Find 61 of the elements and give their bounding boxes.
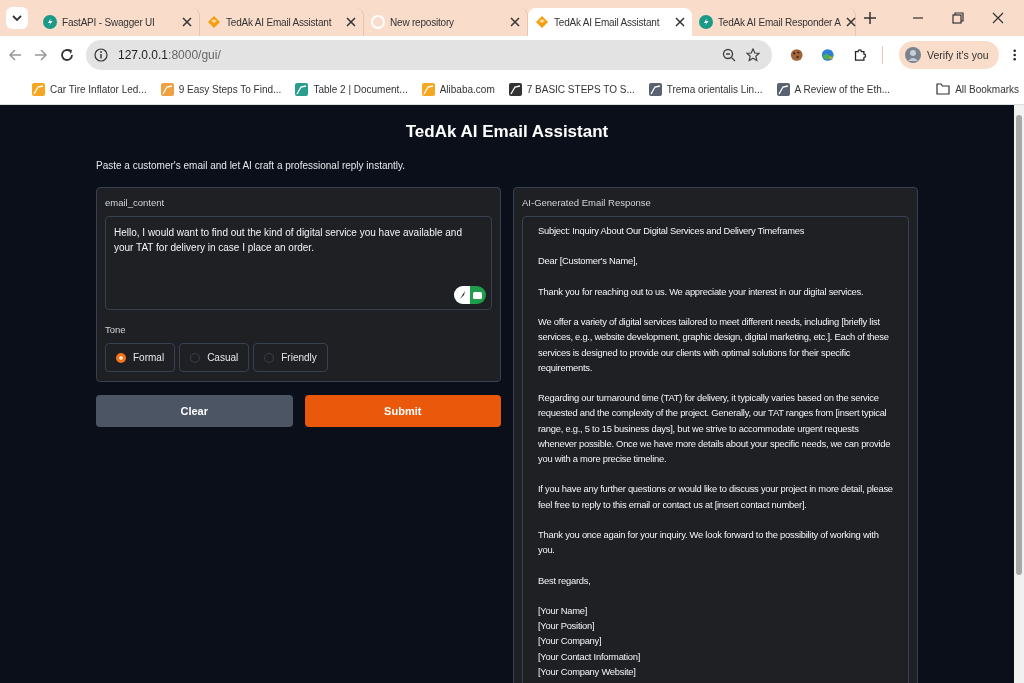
response-text: Best regards, bbox=[538, 573, 592, 588]
page-scrollbar[interactable] bbox=[1014, 105, 1024, 683]
response-text: We offer a variety of digital services tailored to meet different needs, including [briefly list services, e.g., website development, graphic design, digital marketing, etc.]. Each of these services is designed to provide our clients with optimal solutions for their specific requirements. bbox=[538, 315, 890, 375]
close-icon[interactable] bbox=[675, 17, 685, 27]
response-text: [Your Contact Information] bbox=[538, 649, 642, 664]
zoom-icon[interactable] bbox=[722, 48, 736, 62]
response-text: [Your Position] bbox=[538, 619, 596, 634]
submit-button[interactable]: Submit bbox=[304, 395, 501, 427]
back-arrow-icon[interactable] bbox=[8, 48, 22, 62]
email-input-field[interactable]: Hello, I would want to find out the kind of digital service you have available and your TAT for delivery in case I place an order. bbox=[105, 216, 492, 310]
close-icon[interactable] bbox=[510, 17, 520, 27]
bookmark-link[interactable]: Car Tire Inflator Led... bbox=[32, 82, 147, 96]
globe-icon[interactable] bbox=[821, 47, 835, 63]
tone-radio-option[interactable]: Casual bbox=[179, 343, 250, 372]
address-bar[interactable]: 127.0.0.1:8000/gui/ bbox=[86, 40, 772, 70]
avatar-icon bbox=[905, 47, 922, 63]
tone-radio-option[interactable]: Formal bbox=[105, 343, 176, 372]
response-text: Subject: Inquiry About Our Digital Services and Delivery Timeframes bbox=[538, 224, 806, 238]
response-text: Thank you for reaching out to us. We appreciate your interest in our digital services. bbox=[538, 284, 865, 299]
bookmark-link[interactable]: Alibaba.com bbox=[421, 82, 495, 96]
star-icon[interactable] bbox=[746, 48, 760, 62]
bookmark-link[interactable]: 7 BASIC STEPS TO S... bbox=[508, 82, 635, 96]
bookmark-link[interactable]: A Review of the Eth... bbox=[776, 82, 891, 96]
response-text: [Your Company] bbox=[538, 634, 603, 649]
close-icon[interactable] bbox=[992, 12, 1004, 24]
page-title: TedAk AI Email Assistant bbox=[404, 122, 610, 142]
extension-badge-icon bbox=[454, 286, 486, 304]
response-text: Dear [Customer's Name], bbox=[538, 254, 639, 269]
profile-button[interactable]: Verify it's you bbox=[899, 41, 999, 69]
bookmark-link[interactable]: 9 Easy Steps To Find... bbox=[160, 82, 282, 96]
reload-icon[interactable] bbox=[60, 48, 74, 62]
response-text: If you have any further questions or would like to discuss your project in more detail, please feel free to reply to this email or contact us at [insert contact number]. bbox=[538, 482, 893, 512]
info-icon[interactable] bbox=[94, 48, 108, 62]
all-bookmarks-link[interactable]: All Bookmarks bbox=[936, 83, 1020, 95]
radio-icon[interactable] bbox=[264, 352, 275, 363]
more-icon[interactable] bbox=[1012, 48, 1016, 62]
close-icon[interactable] bbox=[346, 17, 356, 27]
cookie-icon[interactable] bbox=[790, 47, 804, 63]
response-text: Regarding our turnaround time (TAT) for delivery, it typically varies based on the service requested and the complexity of the project. Generally, our TAT ranges from [insert typical range, e.g., 5 to 15 business days], but we strive to accommodate urgent requests whenever possible. Once we have more details about your specific needs, we can provide you with a more precise timeline. bbox=[538, 391, 892, 466]
field-label: AI-Generated Email Response bbox=[522, 197, 652, 208]
clear-button[interactable]: Clear bbox=[96, 395, 293, 427]
browser-tab[interactable]: TedAk AI Email Assistant bbox=[528, 8, 692, 36]
radio-icon[interactable] bbox=[190, 352, 201, 363]
folder-icon bbox=[936, 83, 951, 95]
chevron-down-icon[interactable] bbox=[6, 7, 28, 29]
close-icon[interactable] bbox=[182, 17, 192, 27]
response-text: [Your Name] bbox=[538, 603, 588, 618]
plus-icon[interactable] bbox=[864, 12, 876, 24]
response-text: Thank you once again for your inquiry. We look forward to the possibility of working with you. bbox=[538, 527, 880, 558]
response-text: [Your Company Website] bbox=[538, 664, 637, 679]
field-label: email_content bbox=[105, 197, 166, 208]
restore-icon[interactable] bbox=[952, 12, 964, 24]
page-subtitle: Paste a customer's email and let AI craft a professional reply instantly. bbox=[96, 160, 407, 171]
puzzle-icon[interactable] bbox=[852, 47, 867, 63]
bookmark-link[interactable]: Trema orientalis Lin... bbox=[648, 82, 763, 96]
tone-radio-option[interactable]: Friendly bbox=[253, 343, 328, 372]
close-icon[interactable] bbox=[845, 17, 856, 27]
forward-arrow-icon[interactable] bbox=[34, 48, 48, 62]
tone-label: Tone bbox=[105, 324, 127, 335]
radio-icon[interactable] bbox=[116, 352, 126, 363]
bookmark-link[interactable]: Table 2 | Document... bbox=[295, 82, 408, 96]
